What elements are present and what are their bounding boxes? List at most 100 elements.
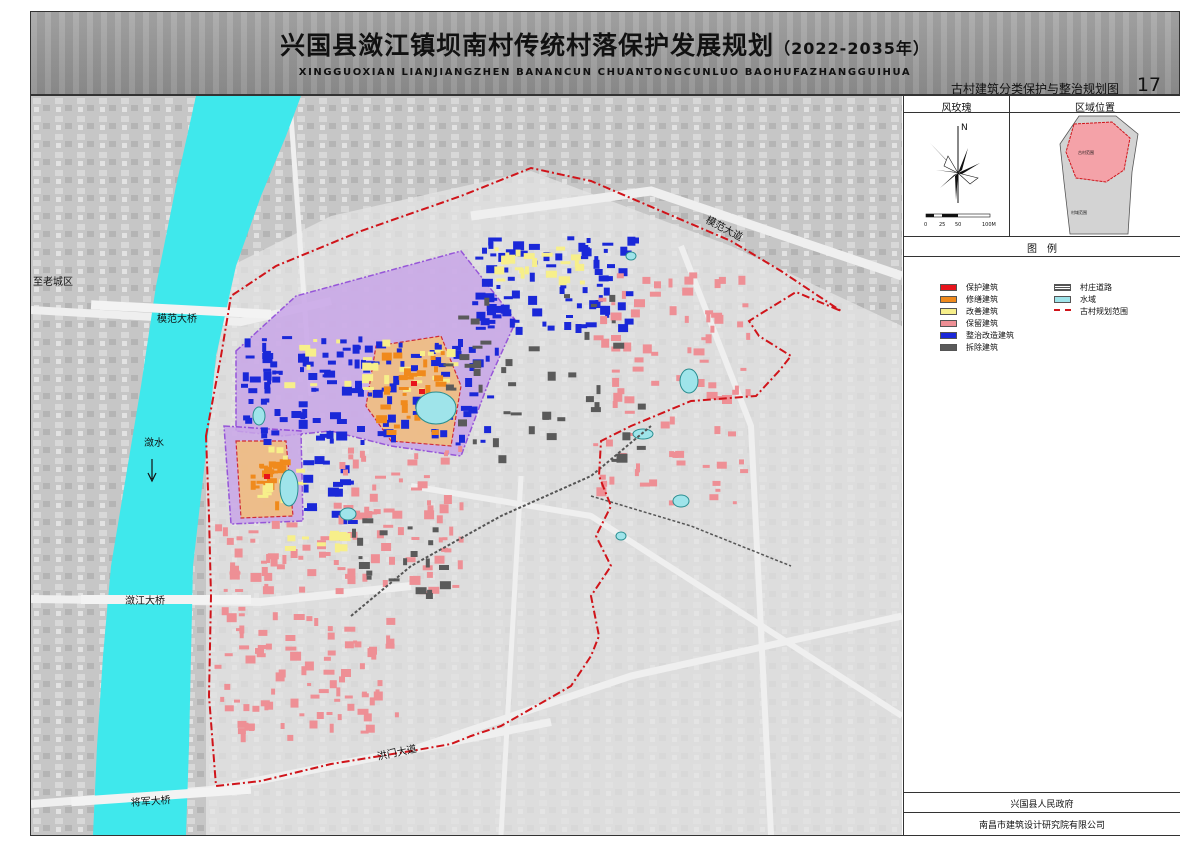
building-renovate: [565, 298, 573, 302]
building-demolish: [546, 433, 557, 441]
building-improve: [336, 339, 341, 344]
plan-title-years: （2022-2035年）: [774, 39, 930, 58]
building-retain: [710, 325, 715, 333]
legend-item: 村庄道路: [1054, 282, 1112, 293]
building-retain: [669, 306, 677, 316]
building-retain: [716, 461, 727, 469]
building-renovate: [263, 439, 272, 445]
building-renovate: [482, 247, 487, 254]
building-improve: [302, 536, 309, 540]
building-retain: [276, 564, 285, 570]
building-retain: [669, 416, 675, 425]
building-retain: [351, 487, 360, 497]
building-improve: [313, 339, 318, 342]
building-repair: [250, 474, 256, 479]
building-renovate: [496, 285, 501, 289]
building-retain: [612, 377, 620, 387]
building-renovate: [475, 256, 484, 260]
legend-swatch: [940, 308, 957, 315]
legend-label: 保留建筑: [966, 319, 998, 328]
building-renovate: [311, 387, 317, 392]
building-demolish: [636, 445, 646, 450]
building-demolish: [358, 562, 370, 569]
scale-label: 100M: [982, 222, 996, 228]
building-renovate: [303, 460, 315, 466]
building-renovate: [348, 359, 353, 366]
building-demolish: [501, 367, 507, 374]
building-retain: [411, 537, 420, 540]
building-renovate: [261, 338, 267, 342]
side-divider: [904, 812, 1180, 813]
building-demolish: [450, 387, 457, 391]
building-renovate: [600, 305, 611, 315]
building-retain: [341, 669, 351, 677]
building-renovate: [348, 480, 354, 485]
building-retain: [347, 703, 355, 711]
building-retain: [740, 469, 749, 474]
building-renovate: [347, 520, 358, 524]
building-renovate: [341, 386, 352, 396]
building-retain: [333, 560, 339, 565]
building-renovate: [364, 345, 373, 353]
building-improve: [296, 468, 306, 473]
building-renovate: [528, 243, 540, 250]
building-retain: [236, 536, 243, 541]
building-retain: [339, 676, 345, 683]
building-protected: [264, 474, 270, 479]
building-retain: [389, 556, 395, 565]
building-retain: [739, 459, 744, 465]
building-retain: [711, 312, 723, 318]
building-retain: [234, 699, 240, 703]
building-renovate: [528, 295, 538, 305]
building-demolish: [407, 526, 413, 530]
building-retain: [369, 697, 375, 706]
building-repair: [256, 480, 264, 484]
building-repair: [386, 430, 397, 435]
building-improve: [287, 535, 296, 542]
building-improve: [316, 542, 326, 547]
legend-item: 拆除建筑: [940, 342, 998, 353]
building-demolish: [609, 294, 616, 302]
label-river: 潋水: [144, 436, 164, 449]
building-retain: [250, 572, 262, 582]
building-repair: [431, 430, 439, 435]
building-demolish: [403, 558, 408, 566]
building-retain: [427, 505, 434, 512]
building-renovate: [618, 324, 629, 333]
building-renovate: [241, 383, 248, 388]
pond: [279, 469, 299, 507]
building-renovate: [440, 430, 448, 438]
building-retain: [398, 478, 403, 483]
legend-label: 村庄道路: [1080, 283, 1112, 292]
building-improve: [532, 258, 538, 267]
building-retain: [306, 616, 313, 622]
building-retain: [370, 554, 380, 564]
building-retain: [238, 606, 246, 611]
building-retain: [598, 297, 607, 302]
building-retain: [684, 315, 689, 323]
building-demolish: [480, 340, 492, 345]
building-demolish: [352, 528, 356, 538]
building-retain: [689, 272, 698, 279]
building-improve: [496, 278, 506, 282]
building-renovate: [601, 276, 613, 282]
building-retain: [438, 537, 443, 543]
building-retain: [329, 680, 337, 689]
scale-bar-segment: [942, 214, 958, 217]
building-demolish: [498, 455, 507, 464]
building-renovate: [603, 248, 608, 253]
scale-label: 50: [955, 222, 961, 228]
building-improve: [505, 252, 510, 257]
building-demolish: [505, 359, 513, 367]
legend-item: 保留建筑: [940, 318, 998, 329]
building-retain: [258, 629, 268, 636]
building-improve: [509, 254, 516, 264]
legend-swatch: [940, 320, 957, 327]
building-demolish: [611, 320, 616, 324]
building-renovate: [303, 474, 314, 483]
building-demolish: [366, 575, 372, 580]
building-demolish: [543, 413, 550, 420]
building-renovate: [475, 326, 486, 330]
building-demolish: [432, 527, 439, 533]
label-bridge-mofan: 模范大桥: [157, 312, 197, 325]
